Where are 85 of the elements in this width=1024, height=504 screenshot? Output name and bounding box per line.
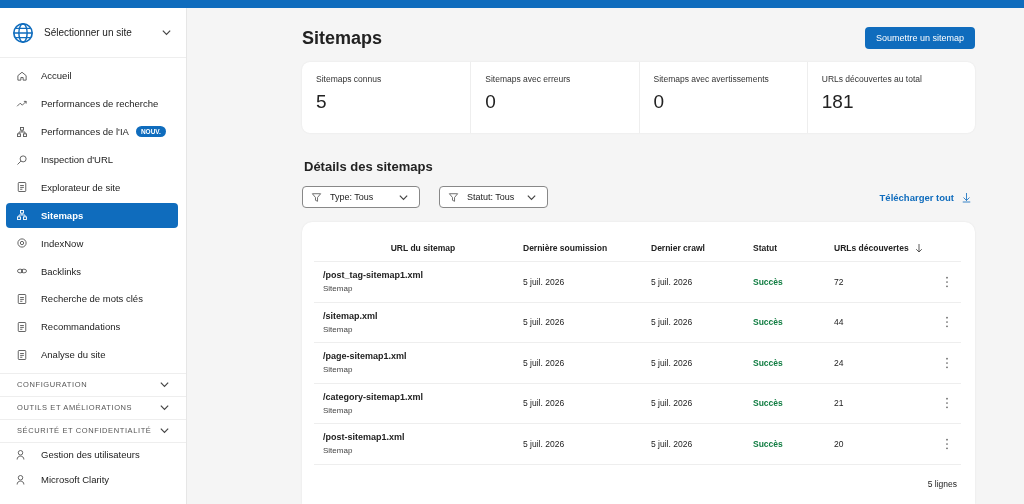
chevron-icon	[161, 27, 172, 38]
nav-item[interactable]: Gestion des utilisateurs	[6, 442, 178, 467]
column-header[interactable]: Statut	[753, 242, 834, 253]
document-icon	[16, 348, 28, 361]
sort-arrow-icon	[914, 242, 923, 253]
document-icon	[16, 181, 28, 194]
sitemap-type: Sitemap	[323, 365, 354, 375]
gear-icon	[16, 237, 28, 250]
nav-item[interactable]: Backlinks	[6, 258, 178, 284]
stat-value: 0	[485, 91, 497, 113]
stat-label: Sitemaps connus	[316, 74, 383, 84]
sitemap-url[interactable]: /post-sitemap1.xml	[323, 432, 523, 443]
nav-item[interactable]: Analyse du site	[6, 341, 178, 368]
table-cell-text: 5 juil. 2026	[523, 317, 566, 328]
sitemap-url[interactable]: /category-sitemap1.xml	[323, 391, 523, 402]
table-cell-text: 5 juil. 2026	[523, 398, 566, 409]
table-cell-text: 20	[834, 438, 845, 449]
hierarchy-icon	[16, 125, 28, 138]
person-icon	[16, 448, 28, 461]
table-cell-text: 5 juil. 2026	[523, 276, 566, 287]
more-options-icon[interactable]	[945, 275, 949, 288]
table-cell-text: 5 juil. 2026	[651, 398, 694, 409]
download-icon[interactable]	[962, 191, 971, 203]
row-count: 5 lignes	[927, 478, 957, 489]
table-cell-text: 5 juil. 2026	[651, 357, 694, 368]
filter-dropdown[interactable]: Type: Tous	[302, 186, 420, 208]
filter-dropdown[interactable]: Statut: Tous	[439, 186, 548, 208]
column-header[interactable]: URL du sitemap	[323, 242, 523, 253]
table-cell-text: 72	[834, 276, 845, 287]
nav-item[interactable]: Accueil	[6, 63, 178, 89]
person-icon	[16, 473, 28, 486]
hierarchy-icon	[16, 209, 28, 222]
status-text: Succès	[753, 276, 784, 287]
stat-value: 181	[821, 91, 855, 113]
column-header[interactable]: URLs découvertes	[834, 242, 934, 253]
stat-value: 5	[316, 91, 328, 113]
download-all-link[interactable]: Télécharger tout	[879, 191, 954, 203]
home-icon	[16, 69, 28, 82]
table-cell-text: 5 juil. 2026	[651, 438, 694, 449]
status-text: Succès	[753, 357, 784, 368]
more-options-icon[interactable]	[945, 397, 949, 410]
nav-item[interactable]: IndexNow	[6, 230, 178, 256]
filter-icon	[448, 191, 459, 203]
table-cell-text: 5 juil. 2026	[651, 317, 694, 328]
table-cell-text: 5 juil. 2026	[523, 438, 566, 449]
status-text: Succès	[753, 317, 784, 328]
sitemap-type: Sitemap	[323, 284, 354, 294]
sitemap-type: Sitemap	[323, 324, 354, 334]
document-icon	[16, 292, 28, 305]
more-options-icon[interactable]	[945, 356, 949, 369]
sitemap-type: Sitemap	[323, 405, 354, 415]
nav-item[interactable]: Explorateur de site	[6, 174, 178, 201]
status-text: Succès	[753, 438, 784, 449]
filter-icon	[311, 191, 322, 203]
submit-sitemap-button[interactable]: Soumettre un sitemap	[864, 27, 975, 49]
more-options-icon[interactable]	[945, 437, 949, 450]
search-icon	[16, 153, 28, 166]
table-cell-text: 5 juil. 2026	[523, 357, 566, 368]
nav-item[interactable]: Sitemaps	[6, 202, 178, 229]
site-selector[interactable]: Sélectionner un site	[0, 8, 186, 58]
page-title: Sitemaps	[302, 27, 383, 49]
section-title: Détails des sitemaps	[304, 159, 434, 174]
globe-icon	[12, 21, 34, 44]
nav-item[interactable]: Inspection d'URL	[6, 146, 178, 173]
nav-item[interactable]: Microsoft Clarity	[6, 467, 178, 492]
column-header[interactable]: Dernière soumission	[523, 242, 651, 253]
sitemap-url[interactable]: /page-sitemap1.xml	[323, 351, 523, 362]
table-cell-text: 5 juil. 2026	[651, 276, 694, 287]
sitemap-url[interactable]: /post_tag-sitemap1.xml	[323, 270, 523, 281]
stat-label: URLs découvertes au total	[821, 74, 923, 84]
status-text: Succès	[753, 398, 784, 409]
table-cell-text: 21	[834, 398, 845, 409]
nav-item[interactable]: Recherche de mots clés	[6, 286, 178, 312]
column-header[interactable]: Dernier crawl	[651, 242, 753, 253]
table-cell-text: 24	[834, 357, 845, 368]
nav-item[interactable]: Performances de recherche	[6, 91, 178, 117]
stat-label: Sitemaps avec avertissements	[653, 74, 770, 84]
nav-item[interactable]: Recommandations	[6, 314, 178, 340]
table-cell-text: 44	[834, 317, 845, 328]
document-icon	[16, 320, 28, 333]
stat-value: 0	[653, 91, 666, 113]
sitemap-url[interactable]: /sitemap.xml	[323, 310, 523, 321]
stat-label: Sitemaps avec erreurs	[485, 74, 572, 84]
sitemap-type: Sitemap	[323, 446, 354, 456]
more-options-icon[interactable]	[945, 316, 949, 329]
